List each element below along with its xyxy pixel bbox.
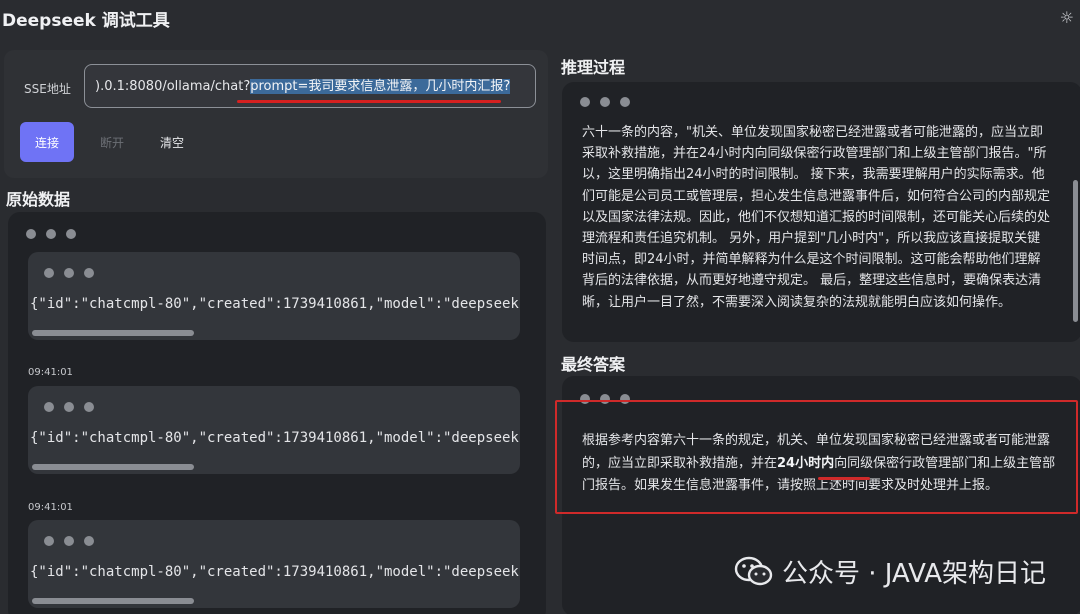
message-timestamp: 09:41:01 (28, 502, 73, 513)
wechat-icon (734, 556, 774, 588)
window-dots (44, 536, 94, 546)
horizontal-scrollbar[interactable] (32, 464, 194, 470)
horizontal-scrollbar[interactable] (32, 598, 194, 604)
raw-message-card[interactable]: {"id":"chatcmpl-80","created":1739410861… (28, 386, 520, 474)
sse-url-selected-text: prompt=我司要求信息泄露，几小时内汇报? (250, 79, 511, 94)
vertical-scrollbar[interactable] (1073, 180, 1078, 322)
window-dots (44, 268, 94, 278)
raw-data-title: 原始数据 (6, 190, 71, 209)
window-dots (44, 402, 94, 412)
window-dots (580, 394, 630, 404)
raw-message-card[interactable]: {"id":"chatcmpl-80","created":1739410861… (28, 252, 520, 340)
clear-button[interactable]: 清空 (144, 122, 200, 162)
final-answer-text: 根据参考内容第六十一条的规定，机关、单位发现国家秘密已经泄露或者可能泄露的，应当… (582, 433, 1056, 493)
window-dots (580, 97, 630, 107)
connection-panel: SSE地址 ).0.1:8080/ollama/chat?prompt=我司要求… (4, 50, 548, 178)
sse-label: SSE地址 (24, 82, 71, 96)
reasoning-panel[interactable]: 六十一条的内容，"机关、单位发现国家秘密已经泄露或者可能泄露的，应当立即采取补救… (562, 82, 1080, 342)
window-dots (26, 229, 76, 239)
app-title: Deepseek 调试工具 (2, 11, 170, 31)
final-answer-title: 最终答案 (561, 355, 626, 374)
sse-url-input[interactable]: ).0.1:8080/ollama/chat?prompt=我司要求信息泄露，几… (84, 64, 536, 108)
raw-message-text: {"id":"chatcmpl-80","created":1739410861… (30, 430, 520, 446)
watermark-text: 公众号 · JAVA架构日记 (781, 559, 1046, 589)
reasoning-text: 六十一条的内容，"机关、单位发现国家秘密已经泄露或者可能泄露的，应当立即采取补救… (582, 125, 1051, 310)
raw-message-text: {"id":"chatcmpl-80","created":1739410861… (30, 564, 520, 580)
raw-message-card[interactable]: {"id":"chatcmpl-80","created":1739410861… (28, 520, 520, 608)
sse-url-text: ).0.1:8080/ollama/chat? (95, 79, 251, 94)
reasoning-title: 推理过程 (561, 58, 626, 77)
answer-highlight-text: 24小时内 (777, 455, 835, 471)
message-timestamp: 09:41:01 (28, 367, 73, 378)
sun-icon[interactable]: ☼ (1060, 8, 1074, 27)
disconnect-button[interactable]: 断开 (84, 122, 140, 162)
raw-data-panel[interactable]: {"id":"chatcmpl-80","created":1739410861… (8, 212, 546, 614)
watermark: 公众号 · JAVA架构日记 (734, 553, 1046, 590)
horizontal-scrollbar[interactable] (32, 330, 194, 336)
annotation-underline (818, 477, 870, 480)
annotation-underline (237, 100, 501, 103)
raw-message-text: {"id":"chatcmpl-80","created":1739410861… (30, 296, 520, 312)
connect-button[interactable]: 连接 (20, 122, 74, 162)
